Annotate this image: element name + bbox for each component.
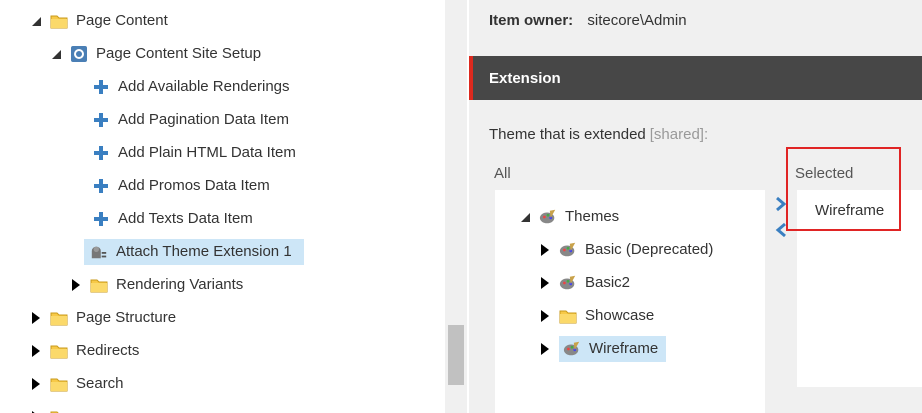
add-item-icon bbox=[92, 177, 110, 195]
tree-node-add-available-renderings[interactable]: Add Available Renderings bbox=[92, 74, 294, 100]
collapse-arrow-icon[interactable] bbox=[30, 15, 42, 27]
expand-arrow-icon[interactable] bbox=[539, 277, 551, 289]
tree-node-add-promos-data-item[interactable]: Add Promos Data Item bbox=[92, 173, 274, 199]
all-list-label: All bbox=[494, 165, 511, 182]
theme-item-basic-deprecated[interactable]: Basic (Deprecated) bbox=[539, 237, 717, 263]
selected-area-highlight bbox=[786, 147, 901, 231]
shared-marker: [shared]: bbox=[649, 126, 709, 143]
tree-node-add-texts-data-item[interactable]: Add Texts Data Item bbox=[92, 206, 257, 232]
expand-arrow-icon[interactable] bbox=[30, 345, 42, 357]
tree-node-label: Add Available Renderings bbox=[118, 78, 290, 95]
add-item-icon bbox=[92, 78, 110, 96]
theme-tree-root[interactable]: Themes bbox=[519, 204, 623, 230]
field-label-theme-extended: Theme that is extended [shared]: bbox=[489, 126, 708, 143]
expand-arrow-icon[interactable] bbox=[539, 343, 551, 355]
folder-icon bbox=[50, 342, 68, 360]
site-setup-icon bbox=[70, 45, 88, 63]
theme-palette-icon bbox=[559, 274, 577, 292]
field-label-text: Theme that is extended bbox=[489, 126, 646, 143]
expand-arrow-icon[interactable] bbox=[70, 279, 82, 291]
tree-scrollbar-thumb[interactable] bbox=[448, 325, 464, 385]
theme-palette-icon bbox=[559, 241, 577, 259]
tree-node-page-content[interactable]: Page Content bbox=[30, 8, 172, 34]
tree-node-label: Search bbox=[76, 375, 124, 392]
editor-panel: Item owner: sitecore\Admin Extension The… bbox=[469, 0, 922, 413]
folder-icon bbox=[90, 276, 108, 294]
tree-node-search[interactable]: Search bbox=[30, 371, 128, 397]
theme-item-wireframe[interactable]: Wireframe bbox=[539, 336, 667, 362]
collapse-arrow-icon[interactable] bbox=[519, 211, 531, 223]
theme-extension-icon bbox=[90, 243, 108, 261]
add-item-icon bbox=[92, 144, 110, 162]
tree-node-label: Page Content Site Setup bbox=[96, 45, 262, 62]
tree-node-page-content-site-setup[interactable]: Page Content Site Setup bbox=[50, 41, 265, 67]
theme-tree-label: Themes bbox=[565, 208, 620, 225]
tree-node-add-pagination-data-item[interactable]: Add Pagination Data Item bbox=[92, 107, 293, 133]
tree-node-label: Page Content bbox=[76, 12, 168, 29]
tree-node-label: Add Pagination Data Item bbox=[118, 111, 289, 128]
tree-node-label: Rendering Variants bbox=[116, 276, 244, 293]
tree-node-add-plain-html-data-item[interactable]: Add Plain HTML Data Item bbox=[92, 140, 300, 166]
tree-node-label: Attach Theme Extension 1 bbox=[116, 243, 292, 260]
tree-node-attach-theme-extension[interactable]: Attach Theme Extension 1 bbox=[84, 239, 304, 265]
collapse-arrow-icon[interactable] bbox=[50, 48, 62, 60]
theme-palette-icon bbox=[539, 208, 557, 226]
theme-item-label: Basic (Deprecated) bbox=[585, 241, 714, 258]
theme-item-basic2[interactable]: Basic2 bbox=[539, 270, 634, 296]
theme-palette-icon bbox=[563, 340, 581, 358]
theme-item-wireframe-selected[interactable]: Wireframe bbox=[559, 336, 667, 362]
tree-node-partial[interactable] bbox=[30, 404, 72, 413]
theme-item-label: Basic2 bbox=[585, 274, 631, 291]
folder-icon bbox=[50, 375, 68, 393]
folder-icon bbox=[50, 309, 68, 327]
expand-arrow-icon[interactable] bbox=[539, 310, 551, 322]
item-owner: Item owner: sitecore\Admin bbox=[489, 12, 687, 29]
expand-arrow-icon[interactable] bbox=[30, 312, 42, 324]
item-owner-label: Item owner: bbox=[489, 12, 574, 29]
content-tree: Page Content Page Content Site Setup Add… bbox=[0, 0, 445, 413]
section-header-extension[interactable]: Extension bbox=[469, 56, 922, 100]
all-themes-list[interactable]: Themes Basic (Deprecated) Basic2 Showcas… bbox=[495, 190, 765, 413]
folder-icon bbox=[50, 12, 68, 30]
expand-arrow-icon[interactable] bbox=[539, 244, 551, 256]
tree-node-page-structure[interactable]: Page Structure bbox=[30, 305, 180, 331]
section-title: Extension bbox=[489, 69, 561, 87]
tree-node-redirects[interactable]: Redirects bbox=[30, 338, 143, 364]
expand-arrow-icon[interactable] bbox=[30, 378, 42, 390]
tree-node-label: Add Plain HTML Data Item bbox=[118, 144, 296, 161]
folder-icon bbox=[50, 408, 68, 413]
tree-node-rendering-variants[interactable]: Rendering Variants bbox=[70, 272, 247, 298]
theme-item-showcase[interactable]: Showcase bbox=[539, 303, 658, 329]
tree-node-label: Add Texts Data Item bbox=[118, 210, 253, 227]
tree-node-label: Add Promos Data Item bbox=[118, 177, 270, 194]
tree-node-label: Redirects bbox=[76, 342, 140, 359]
item-owner-value: sitecore\Admin bbox=[587, 12, 687, 29]
theme-item-label: Wireframe bbox=[589, 340, 659, 357]
folder-icon bbox=[559, 307, 577, 325]
add-item-icon bbox=[92, 210, 110, 228]
theme-item-label: Showcase bbox=[585, 307, 655, 324]
tree-node-label: Page Structure bbox=[76, 309, 177, 326]
add-item-icon bbox=[92, 111, 110, 129]
